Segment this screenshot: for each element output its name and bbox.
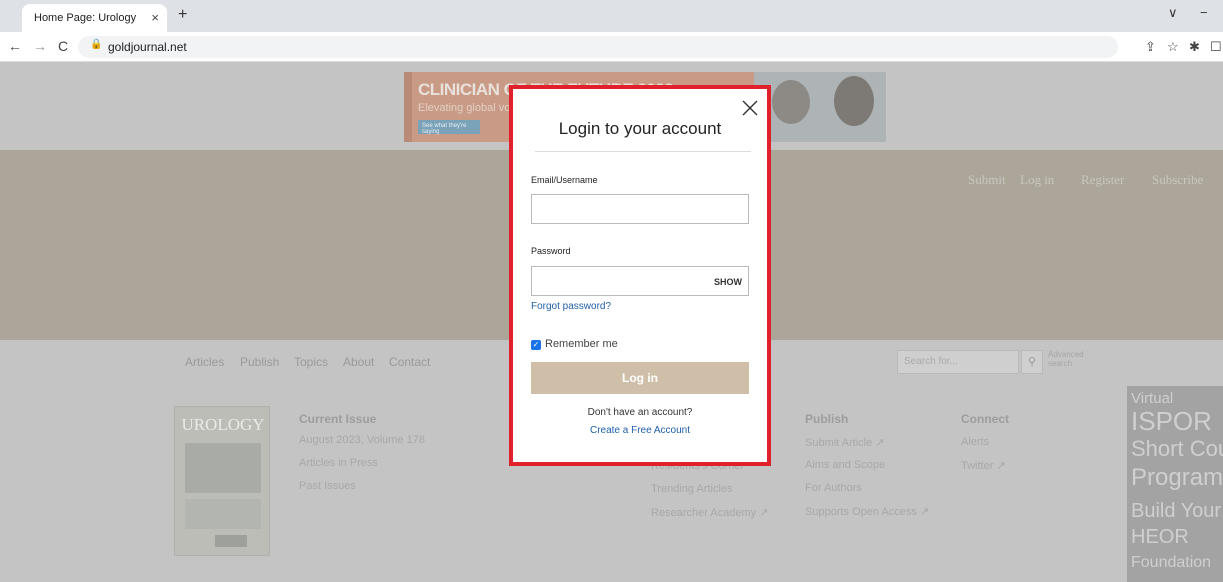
tab-title: Home Page: Urology [34, 12, 137, 24]
nav-submit[interactable]: Submit [968, 172, 1006, 188]
show-password-button[interactable]: SHOW [714, 277, 742, 287]
cover-title: UROLOGY [181, 415, 265, 434]
password-field[interactable]: SHOW [531, 266, 749, 296]
login-modal: Login to your account Email/Username Pas… [509, 85, 771, 466]
side-ad-line: ISPOR [1131, 406, 1212, 436]
cover-logo [215, 535, 247, 547]
remember-me-checkbox[interactable]: ✓ [531, 340, 541, 350]
cover-graphic [185, 443, 261, 493]
side-advertisement[interactable]: Virtual ISPOR Short Course Program Build… [1127, 386, 1223, 582]
submit-article-link[interactable]: Submit Article ↗ [805, 436, 885, 449]
advanced-search-line: search [1048, 359, 1073, 368]
ad-button[interactable]: See what they're saying [418, 120, 480, 135]
tab-close-icon[interactable]: × [151, 10, 159, 25]
back-icon[interactable]: ← [8, 38, 22, 54]
minimize-icon[interactable]: − [1200, 5, 1208, 20]
forward-icon[interactable]: → [33, 38, 47, 54]
side-ad-line: Build Your [1131, 500, 1222, 522]
share-icon[interactable]: ⇪ [1145, 39, 1156, 55]
nav-login[interactable]: Log in [1020, 172, 1054, 188]
cover-text-block [185, 499, 261, 529]
browser-tab[interactable]: Home Page: Urology × [22, 4, 167, 32]
modal-title: Login to your account [558, 119, 722, 138]
email-field[interactable] [531, 194, 749, 224]
main-nav-contact[interactable]: Contact [389, 355, 430, 369]
side-ad-line: Program [1131, 464, 1223, 491]
reload-icon[interactable]: C [58, 38, 68, 54]
current-issue-link[interactable]: August 2023, Volume 178 [299, 434, 425, 446]
advanced-search-line: Advanced [1048, 350, 1084, 359]
ad-person [772, 80, 810, 124]
email-label: Email/Username [531, 175, 598, 185]
password-label: Password [531, 246, 571, 256]
nav-subscribe[interactable]: Subscribe [1152, 172, 1203, 188]
for-authors-link[interactable]: For Authors [805, 482, 862, 494]
ad-photo [754, 72, 886, 142]
publish-heading: Publish [805, 412, 849, 426]
modal-divider [535, 151, 751, 152]
ad-strip [404, 72, 412, 142]
nav-register[interactable]: Register [1081, 172, 1124, 188]
main-nav-topics[interactable]: Topics [294, 355, 328, 369]
researcher-academy-link[interactable]: Researcher Academy ↗ [651, 506, 768, 519]
open-access-link[interactable]: Supports Open Access ↗ [805, 505, 929, 518]
browser-toolbar: ← → C 🔒 goldjournal.net ⇪ ☆ ✱ ☐ [0, 32, 1223, 62]
forgot-password-link[interactable]: Forgot password? [531, 301, 611, 312]
address-bar[interactable]: 🔒 goldjournal.net [78, 36, 1118, 58]
login-button[interactable]: Log in [531, 362, 749, 394]
trending-articles-link[interactable]: Trending Articles [651, 483, 733, 495]
advanced-search-link[interactable]: Advanced search [1048, 350, 1088, 368]
close-icon[interactable] [741, 99, 759, 117]
connect-heading: Connect [961, 412, 1009, 426]
side-panel-icon[interactable]: ☐ [1210, 39, 1222, 55]
lock-icon[interactable]: 🔒 [90, 39, 102, 50]
alerts-link[interactable]: Alerts [961, 436, 989, 448]
new-tab-icon[interactable]: + [178, 6, 187, 24]
remember-me-label: Remember me [545, 338, 618, 350]
side-ad-line: HEOR [1131, 526, 1189, 548]
side-ad-line: Virtual [1131, 390, 1174, 407]
tab-search-icon[interactable]: ∨ [1168, 5, 1178, 21]
past-issues-link[interactable]: Past Issues [299, 480, 356, 492]
current-issue-heading: Current Issue [299, 412, 377, 426]
side-ad-line: Short Course [1131, 436, 1223, 461]
search-input[interactable]: Search for... [897, 350, 1019, 374]
no-account-text: Don't have an account? [587, 407, 693, 418]
articles-in-press-link[interactable]: Articles in Press [299, 457, 378, 469]
create-account-link[interactable]: Create a Free Account [513, 425, 767, 436]
side-ad-line: Foundation [1131, 554, 1212, 571]
bookmark-star-icon[interactable]: ☆ [1167, 39, 1179, 55]
main-nav-publish[interactable]: Publish [240, 355, 279, 369]
search-icon[interactable]: ⚲ [1021, 350, 1043, 374]
url-text: goldjournal.net [108, 40, 187, 54]
ad-person [834, 76, 874, 126]
browser-tab-bar: Home Page: Urology × + ∨ − [0, 0, 1223, 32]
main-nav-about[interactable]: About [343, 355, 374, 369]
twitter-link[interactable]: Twitter ↗ [961, 459, 1006, 472]
main-nav-articles[interactable]: Articles [185, 355, 224, 369]
journal-cover[interactable]: UROLOGY [174, 406, 270, 556]
extensions-icon[interactable]: ✱ [1189, 39, 1200, 55]
aims-scope-link[interactable]: Aims and Scope [805, 459, 885, 471]
